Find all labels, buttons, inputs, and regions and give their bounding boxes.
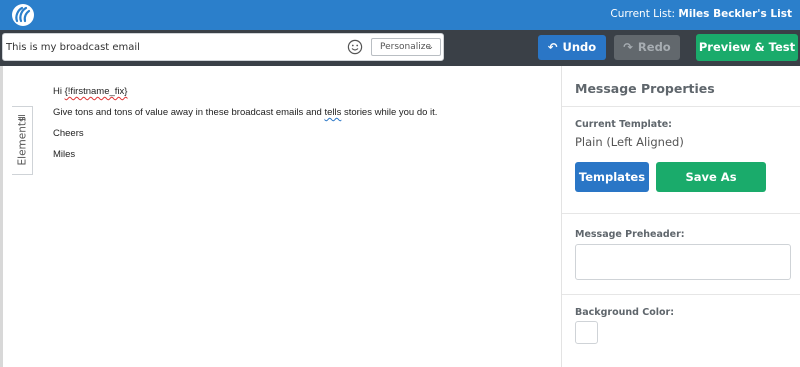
background-color-swatch[interactable]: [575, 321, 598, 344]
current-list-name[interactable]: Miles Beckler's List: [678, 8, 792, 20]
personalize-label: Personalize: [380, 42, 432, 52]
message-properties-panel: Message Properties Current Template: Pla…: [561, 66, 800, 367]
current-template-value: Plain (Left Aligned): [575, 135, 684, 149]
current-list-label: Current List:: [610, 8, 676, 20]
email-canvas[interactable]: ≡ Elements Hi {!firstname_fix} Give tons…: [0, 66, 561, 367]
undo-label: Undo: [562, 40, 597, 54]
greeting-prefix: Hi: [53, 86, 65, 97]
current-list-indicator: Current List: Miles Beckler's List: [610, 8, 792, 20]
greeting-line[interactable]: Hi {!firstname_fix}: [53, 86, 437, 98]
body-text-before: Give tons and tons of value away in thes…: [53, 107, 325, 118]
editor-toolbar: Personalize ⌄ ↶ Undo ↷ Redo Preview & Test: [0, 30, 800, 66]
preheader-label: Message Preheader:: [575, 229, 685, 240]
preview-and-test-button[interactable]: Preview & Test: [696, 34, 798, 61]
undo-button[interactable]: ↶ Undo: [538, 35, 606, 60]
smiley-face-icon[interactable]: [347, 39, 363, 55]
preview-label: Preview & Test: [698, 40, 796, 54]
email-body[interactable]: Hi {!firstname_fix} Give tons and tons o…: [53, 86, 437, 170]
elements-panel-tab[interactable]: ≡ Elements: [12, 106, 33, 175]
save-as-template-button[interactable]: Save As Template: [656, 162, 766, 214]
brand-logo-icon[interactable]: [10, 3, 36, 27]
redo-label: Redo: [637, 40, 671, 54]
redo-button[interactable]: ↷ Redo: [614, 35, 680, 60]
firstname-merge-tag[interactable]: {!firstname_fix}: [65, 86, 128, 97]
panel-title: Message Properties: [575, 81, 715, 96]
subject-input[interactable]: [6, 38, 336, 56]
top-bar: Current List: Miles Beckler's List: [0, 0, 800, 30]
redo-icon: ↷: [623, 40, 633, 54]
divider: [562, 213, 800, 214]
undo-icon: ↶: [547, 40, 558, 54]
chevron-down-icon: ⌄: [426, 42, 434, 52]
divider: [562, 294, 800, 295]
preheader-input[interactable]: [575, 244, 791, 280]
signature-line[interactable]: Miles: [53, 149, 437, 161]
body-paragraph[interactable]: Give tons and tons of value away in thes…: [53, 107, 437, 119]
templates-button[interactable]: Templates: [575, 162, 649, 192]
elements-tab-label: Elements: [16, 116, 29, 166]
body-text-after: stories while you do it.: [341, 107, 438, 118]
closing-line[interactable]: Cheers: [53, 128, 437, 140]
subject-field-container: Personalize ⌄: [2, 33, 444, 61]
personalize-dropdown[interactable]: Personalize ⌄: [371, 38, 441, 56]
flagged-word[interactable]: tells: [324, 107, 341, 118]
current-template-label: Current Template:: [575, 119, 672, 130]
background-color-label: Background Color:: [575, 307, 675, 318]
divider: [562, 106, 800, 107]
